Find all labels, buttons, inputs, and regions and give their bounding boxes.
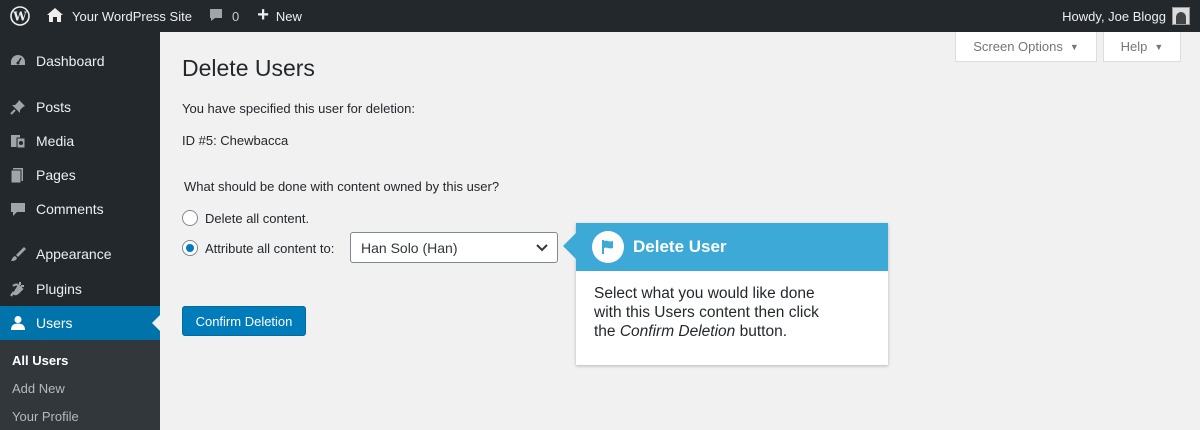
sidebar-item-label: Users: [36, 315, 73, 331]
tooltip-title: Delete User: [633, 237, 727, 256]
sidebar-item-dashboard[interactable]: Dashboard: [0, 44, 160, 78]
sidebar-item-label: Media: [36, 133, 75, 149]
greeting-text: Howdy, Joe Blogg: [1062, 8, 1166, 24]
help-button[interactable]: Help ▼: [1103, 32, 1181, 62]
sidebar-item-comments[interactable]: Comments: [0, 192, 160, 226]
tooltip-emphasis: Confirm Deletion: [619, 323, 736, 340]
wordpress-logo-icon[interactable]: W: [2, 0, 38, 32]
tooltip-text: button.: [735, 323, 788, 340]
comment-icon: [0, 200, 36, 218]
comments-link[interactable]: 0: [208, 0, 239, 32]
users-submenu: All Users Add New Your Profile: [0, 340, 160, 430]
sidebar-item-label: Appearance: [36, 246, 112, 262]
help-label: Help: [1120, 39, 1148, 54]
reassign-user-select[interactable]: Han Solo (Han): [350, 232, 558, 263]
tooltip-line: Select what you would like done: [594, 285, 815, 302]
admin-bar: W Your WordPress Site 0 + New Howdy, Joe…: [0, 0, 1200, 32]
media-icon: [0, 132, 36, 150]
tooltip-header: Delete User: [576, 223, 888, 271]
sidebar-item-label: Dashboard: [36, 53, 105, 69]
tooltip-arrow: [563, 233, 576, 259]
submenu-item-add-new[interactable]: Add New: [12, 381, 65, 396]
sidebar-item-label: Comments: [36, 201, 104, 217]
submenu-item-your-profile[interactable]: Your Profile: [12, 409, 79, 424]
submenu-item-all-users[interactable]: All Users: [12, 353, 68, 368]
home-icon: [46, 7, 64, 26]
flag-icon: [592, 231, 624, 263]
deletion-intro-text: You have specified this user for deletio…: [182, 101, 415, 116]
page-title: Delete Users: [182, 55, 315, 81]
plugin-icon: [0, 280, 36, 298]
pages-icon: [0, 166, 36, 184]
sidebar-item-label: Plugins: [36, 281, 82, 297]
chevron-down-icon: [535, 240, 549, 257]
attribute-content-label[interactable]: Attribute all content to:: [205, 241, 334, 256]
paintbrush-icon: [0, 245, 36, 263]
new-label: New: [275, 8, 302, 24]
tooltip-line: with this Users content then click: [594, 304, 819, 321]
caret-down-icon: ▼: [1154, 41, 1164, 52]
site-name-link[interactable]: Your WordPress Site: [46, 0, 192, 32]
svg-text:W: W: [12, 10, 27, 24]
sidebar-item-media[interactable]: Media: [0, 124, 160, 158]
comment-bubble-icon: [208, 7, 224, 26]
sidebar-item-posts[interactable]: Posts: [0, 90, 160, 124]
screen-options-label: Screen Options: [973, 39, 1063, 54]
sidebar-item-label: Posts: [36, 99, 72, 115]
admin-sidebar: Dashboard Posts Media Pages Comments App…: [0, 32, 160, 430]
delete-content-radio[interactable]: [182, 210, 198, 226]
sidebar-item-plugins[interactable]: Plugins: [0, 272, 160, 306]
confirm-deletion-button[interactable]: Confirm Deletion: [182, 306, 306, 336]
sidebar-item-appearance[interactable]: Appearance: [0, 237, 160, 271]
tooltip-text: the: [594, 323, 620, 340]
plus-icon: +: [257, 4, 269, 26]
sidebar-item-pages[interactable]: Pages: [0, 158, 160, 192]
caret-down-icon: ▼: [1069, 41, 1079, 52]
comments-count: 0: [231, 8, 240, 24]
tooltip-body: Select what you would like done with thi…: [576, 271, 888, 341]
user-id-text: ID #5: Chewbacca: [182, 133, 289, 148]
site-name-label: Your WordPress Site: [72, 8, 192, 24]
attribute-content-radio[interactable]: [182, 240, 198, 256]
sidebar-item-users[interactable]: Users: [0, 306, 160, 340]
dashboard-icon: [0, 52, 36, 70]
reassign-user-value: Han Solo (Han): [361, 239, 458, 256]
new-content-link[interactable]: + New: [257, 0, 302, 32]
user-icon: [0, 314, 36, 332]
content-question: What should be done with content owned b…: [184, 179, 500, 194]
pushpin-icon: [0, 98, 36, 116]
screen-options-button[interactable]: Screen Options ▼: [955, 32, 1097, 62]
avatar: [1172, 7, 1190, 25]
help-tooltip: Delete User Select what you would like d…: [563, 223, 888, 365]
my-account-link[interactable]: Howdy, Joe Blogg: [1062, 0, 1190, 32]
delete-content-label[interactable]: Delete all content.: [205, 211, 309, 226]
tooltip-line: the Confirm Deletion button.: [594, 322, 870, 341]
sidebar-item-label: Pages: [36, 167, 76, 183]
